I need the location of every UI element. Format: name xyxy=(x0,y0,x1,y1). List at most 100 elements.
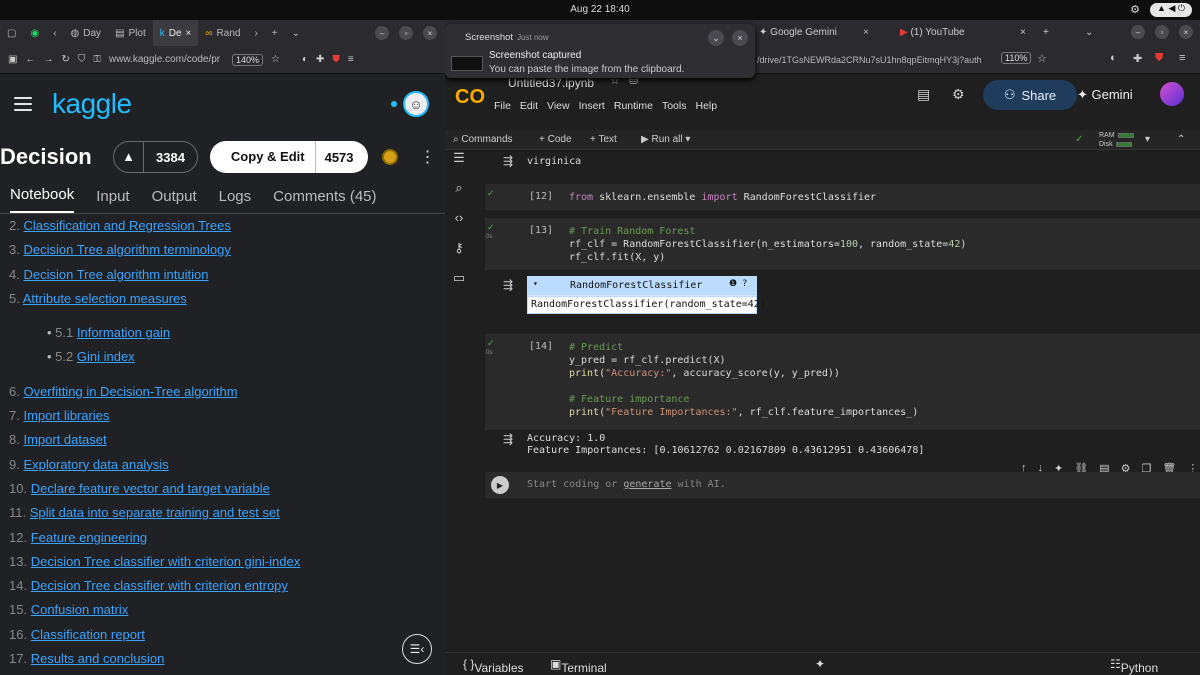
close-icon[interactable]: × xyxy=(732,30,748,46)
back-button[interactable]: ← xyxy=(25,54,35,65)
toc-link[interactable]: Decision Tree algorithm terminology xyxy=(23,242,230,257)
table-of-contents-icon[interactable]: ☰ xyxy=(445,150,473,180)
help-icon[interactable]: ? xyxy=(742,279,747,289)
system-tray[interactable]: ⚙ ▲ ◀ ⏻ xyxy=(1130,3,1192,17)
tab-output[interactable]: Output xyxy=(152,188,197,213)
toc-link[interactable]: Decision Tree classifier with criterion … xyxy=(31,578,288,593)
tab-input[interactable]: Input xyxy=(96,188,129,213)
extensions-icon[interactable]: ✚ xyxy=(316,54,324,65)
tab-youtube[interactable]: ▶ (1) YouTube xyxy=(900,27,965,38)
copy-edit-count[interactable]: 4573 xyxy=(316,150,368,165)
code-block[interactable]: # Predict y_pred = rf_clf.predict(X) pri… xyxy=(569,341,918,419)
menu-runtime[interactable]: Runtime xyxy=(614,100,653,112)
close-tab-icon[interactable]: × xyxy=(1020,27,1026,38)
generate-link[interactable]: generate xyxy=(623,479,671,490)
menu-view[interactable]: View xyxy=(547,100,570,112)
upvote-button[interactable]: ▲ 3384 xyxy=(113,141,198,173)
maximize-button[interactable]: ▫ xyxy=(399,26,413,40)
toc-link[interactable]: Import dataset xyxy=(23,432,106,447)
toc-link[interactable]: Classification and Regression Trees xyxy=(23,218,230,233)
more-options-icon[interactable]: ⋮ xyxy=(420,147,436,167)
account-icon[interactable]: ◐ xyxy=(302,54,308,65)
toc-link[interactable]: Split data into separate training and te… xyxy=(30,505,280,520)
bookmark-star-icon[interactable]: ☆ xyxy=(271,54,280,65)
tab-day[interactable]: ◍ Day xyxy=(64,20,109,46)
find-icon[interactable]: ⌕ xyxy=(445,180,473,210)
runtime-indicator[interactable]: ☷ Python 3 xyxy=(1110,657,1158,675)
close-tab-icon[interactable]: × xyxy=(863,27,869,38)
collapse-panel-icon[interactable]: ☰‹ xyxy=(402,634,432,664)
status-pill[interactable]: ▲ ◀ ⏻ xyxy=(1150,3,1192,17)
notebook-filename[interactable]: Untitled37.ipynb xyxy=(508,76,594,90)
terminal-button[interactable]: ▣ Terminal xyxy=(550,657,607,675)
run-all-button[interactable]: ▶ Run all ▾ xyxy=(641,134,690,145)
variables-button[interactable]: { } Variables xyxy=(463,657,524,675)
toc-link[interactable]: Attribute selection measures xyxy=(23,291,187,306)
code-block[interactable]: # Train Random Forest rf_clf = RandomFor… xyxy=(569,225,966,264)
toc-link[interactable]: Decision Tree algorithm intuition xyxy=(23,267,208,282)
tab-scroll-right[interactable]: › xyxy=(247,20,264,46)
forward-button[interactable]: → xyxy=(43,54,53,65)
menu-tools[interactable]: Tools xyxy=(662,100,687,112)
menu-icon[interactable]: ≡ xyxy=(348,54,354,65)
system-clock[interactable]: Aug 22 18:40 xyxy=(0,4,1200,15)
tab-plot[interactable]: ▤ Plot xyxy=(108,20,153,46)
toc-link[interactable]: Feature engineering xyxy=(31,530,147,545)
menu-help[interactable]: Help xyxy=(695,100,717,112)
code-cell-13[interactable]: ✓ 0s [13] # Train Random Forest rf_clf =… xyxy=(485,218,1200,270)
gemini-sparkle-icon[interactable]: ✦ xyxy=(815,657,825,671)
url-field[interactable]: /drive/1TGsNEWRda2CRNu7sU1hn8qpEitmqHY3j… xyxy=(757,55,989,65)
tab-decision[interactable]: k De × xyxy=(152,20,199,46)
add-code-button[interactable]: + Code xyxy=(539,134,572,145)
code-cell-14[interactable]: ✓ 0s [14] # Predict y_pred = rf_clf.pred… xyxy=(485,334,1200,430)
estimator-widget[interactable]: ▾ RandomForestClassifier ❶ ? RandomFores… xyxy=(527,276,766,314)
url-field[interactable]: www.kaggle.com/code/pr xyxy=(109,54,224,65)
code-cell-12[interactable]: ✓ [12] from sklearn.ensemble import Rand… xyxy=(485,184,1200,210)
tab-logs[interactable]: Logs xyxy=(219,188,252,213)
toc-link[interactable]: Classification report xyxy=(31,627,145,642)
cell-placeholder[interactable]: Start coding or generate with AI. xyxy=(527,479,726,490)
toc-link[interactable]: Overfitting in Decision-Tree algorithm xyxy=(23,384,237,399)
avatar[interactable]: ☺ xyxy=(403,91,429,117)
toc-link[interactable]: Confusion matrix xyxy=(31,602,129,617)
share-button[interactable]: ⚇ Share xyxy=(983,80,1077,110)
toc-link[interactable]: Decision Tree classifier with criterion … xyxy=(31,554,301,569)
connected-check-icon[interactable]: ✓ xyxy=(1075,134,1083,145)
minimize-button[interactable]: – xyxy=(375,26,389,40)
copy-edit-button[interactable]: Copy & Edit 4573 xyxy=(209,141,368,173)
toc-link[interactable]: Gini index xyxy=(77,349,135,364)
kaggle-logo[interactable]: kaggle xyxy=(52,88,132,120)
code-snippets-icon[interactable]: ‹› xyxy=(445,210,473,240)
collapse-icon[interactable]: ⌃ xyxy=(1177,134,1185,145)
resource-indicator[interactable]: RAM Disk xyxy=(1099,131,1134,149)
ublock-icon[interactable]: ⛊ xyxy=(332,54,340,65)
secrets-key-icon[interactable]: ⚷ xyxy=(445,240,473,270)
extensions-icon[interactable]: ✚ xyxy=(1133,52,1142,65)
tab-overview-icon[interactable]: ▢ xyxy=(0,20,23,46)
lock-icon[interactable]: ⚿ xyxy=(93,54,101,65)
close-icon[interactable]: × xyxy=(186,28,192,39)
tab-comments[interactable]: Comments (45) xyxy=(273,188,376,213)
menu-insert[interactable]: Insert xyxy=(579,100,605,112)
info-icon[interactable]: ❶ xyxy=(729,279,737,289)
maximize-button[interactable]: ▫ xyxy=(1155,25,1169,39)
settings-icon[interactable]: ⚙ xyxy=(1130,3,1140,17)
output-icon[interactable]: ⇶ xyxy=(503,154,513,168)
settings-icon[interactable]: ⚙ xyxy=(952,86,965,103)
commands-button[interactable]: ⌕ Commands xyxy=(453,134,513,145)
zoom-indicator[interactable]: 110% xyxy=(1001,52,1032,64)
add-text-button[interactable]: + Text xyxy=(590,134,617,145)
menu-file[interactable]: File xyxy=(494,100,511,112)
output-icon[interactable]: ⇶ xyxy=(503,278,513,292)
tab-random[interactable]: ∞ Rand xyxy=(198,20,247,46)
expand-toggle-icon[interactable]: ▾ xyxy=(533,279,538,288)
tab-notebook[interactable]: Notebook xyxy=(10,186,75,213)
toc-link[interactable]: Import libraries xyxy=(23,408,109,423)
close-window-button[interactable]: × xyxy=(1179,25,1193,39)
close-window-button[interactable]: × xyxy=(423,26,437,40)
whatsapp-icon[interactable]: ◉ xyxy=(23,20,46,46)
toc-link[interactable]: Exploratory data analysis xyxy=(23,457,168,472)
reload-button[interactable]: ↻ xyxy=(61,54,69,65)
code-line[interactable]: from sklearn.ensemble import RandomFores… xyxy=(569,191,876,204)
hamburger-menu-icon[interactable] xyxy=(14,97,32,111)
